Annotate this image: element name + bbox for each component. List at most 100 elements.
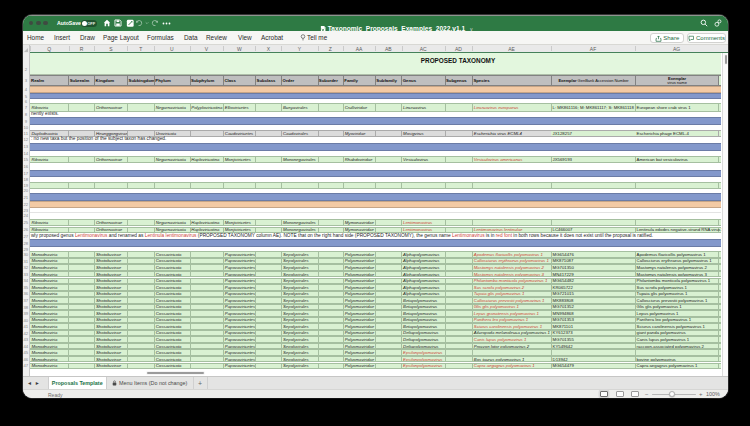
cell-Y-34[interactable]: Sepolyvirales	[281, 279, 317, 284]
cell-W-35[interactable]: Papovaviricetes	[223, 285, 255, 290]
page-layout-view-icon[interactable]	[616, 391, 624, 397]
cell-S-43[interactable]: Shotokuvirae	[94, 337, 127, 342]
cell-AA-37[interactable]: Polyomaviridae	[343, 298, 375, 303]
cell-AE-32[interactable]: Mastomys natalensis polyomavirus 2	[472, 265, 551, 270]
vertical-scrollbar[interactable]	[722, 53, 729, 376]
cell-AE-30[interactable]: Apodemus flavicollis polyomavirus 1	[472, 252, 551, 257]
cell-AA-30[interactable]: Polyomaviridae	[343, 252, 375, 257]
row-number-12[interactable]: 12	[23, 137, 29, 142]
cell-AA-36[interactable]: Polyomaviridae	[343, 292, 375, 297]
header-cell-AD[interactable]: Subgenus	[445, 76, 472, 85]
cell-U-25[interactable]: Negarnaviricota	[154, 220, 190, 226]
menu-draw[interactable]: Draw	[80, 34, 95, 41]
row-number-25[interactable]: 25	[23, 220, 29, 225]
header-cell-AE[interactable]: Species	[472, 76, 551, 85]
comments-button[interactable]: Comments	[687, 33, 726, 44]
table-row[interactable]: RiboviriaOrthornaviraeNegarnaviricotaHap…	[30, 219, 722, 227]
cell-AF-39[interactable]: MN994868	[551, 311, 635, 316]
menu-home[interactable]: Home	[27, 34, 44, 41]
cell-S-39[interactable]: Shotokuvirae	[94, 311, 127, 316]
select-all-corner[interactable]	[23, 45, 30, 53]
cell-AC-45[interactable]: Epsilonpolyomavirus	[401, 350, 444, 355]
column-letter-Q[interactable]: Q	[30, 46, 69, 52]
zoom-slider-knob[interactable]	[669, 391, 675, 397]
cell-U-30[interactable]: Cossaviricota	[154, 252, 190, 257]
cell-AE-31[interactable]: Callosciurus erythraeus polyomavirus 1	[472, 259, 551, 264]
cell-Y-40[interactable]: Sepolyvirales	[281, 318, 317, 323]
cell-U-34[interactable]: Cossaviricota	[154, 279, 190, 284]
row-number-39[interactable]: 39	[23, 311, 29, 316]
cell-Y-44[interactable]: Sepolyvirales	[281, 344, 317, 349]
cell-AF-31[interactable]: MK871087	[551, 259, 635, 264]
cell-S-34[interactable]: Shotokuvirae	[94, 279, 127, 284]
header-cell-Q[interactable]: Realm	[30, 76, 69, 85]
cell-AC-44[interactable]: Deltapolyomavirus	[401, 344, 444, 349]
cell-W-37[interactable]: Papovaviricetes	[223, 298, 255, 303]
cell-W-36[interactable]: Papovaviricetes	[223, 292, 255, 297]
menu-view[interactable]: View	[238, 34, 252, 41]
cell-Q-43[interactable]: Monodnaviria	[30, 337, 69, 342]
horizontal-scrollbar-thumb[interactable]	[146, 371, 205, 375]
table-row[interactable]	[30, 239, 722, 247]
tab-nav-right-icon[interactable]: ▸	[36, 380, 39, 386]
cell-Q-35[interactable]: Monodnaviria	[30, 285, 69, 290]
cell-AE-42[interactable]: Ailuropoda melanoleuca polyomavirus 1	[472, 331, 551, 336]
cell-Q-44[interactable]: Monodnaviria	[30, 344, 69, 349]
cell-AC-41[interactable]: Betapolyomavirus	[401, 324, 444, 329]
cell-AA-26[interactable]: Mymonaviridae	[343, 228, 375, 233]
cell-AA-47[interactable]: Polyomaviridae	[343, 364, 375, 369]
row-number-41[interactable]: 41	[23, 324, 29, 329]
cell-AC-46[interactable]: Epsilonpolyomavirus	[401, 357, 444, 362]
table-row[interactable]: RealmSubrealmKingdomSubkingdomPhylumSubp…	[30, 75, 722, 86]
cell-AA-7[interactable]: Crulliviridae	[343, 104, 375, 111]
add-sheet-button[interactable]: +	[193, 377, 208, 391]
column-letter-R[interactable]: R	[69, 46, 95, 52]
cell-AG-44[interactable]: raccoon-associated polyomavirus 2	[635, 344, 718, 349]
cell-AC-32[interactable]: Alphapolyomavirus	[401, 265, 444, 270]
cell-S-25[interactable]: Orthornavirae	[94, 220, 127, 226]
cell-AE-46[interactable]: Bos taurus polyomavirus 1	[472, 357, 551, 362]
cell-AC-37[interactable]: Betapolyomavirus	[401, 298, 444, 303]
cell-AF-7[interactable]: L: MK861116; M: MK861117; S: MK861118	[551, 104, 635, 111]
cell-AG-32[interactable]: Mastomys natalensis polyomavirus 2	[635, 265, 718, 270]
column-letter-X[interactable]: X	[255, 46, 281, 52]
cell-U-26[interactable]: Negarnaviricota	[154, 228, 190, 233]
cell-W-33[interactable]: Papovaviricetes	[223, 272, 255, 277]
cell-U-42[interactable]: Cossaviricota	[154, 331, 190, 336]
profile-icon[interactable]	[714, 19, 722, 27]
cell-AF-35[interactable]: KR065722	[551, 285, 635, 290]
cell-Y-45[interactable]: Sepolyvirales	[281, 350, 317, 355]
column-letter-V[interactable]: V	[190, 46, 224, 52]
row-number-42[interactable]: 42	[23, 331, 29, 336]
row-number-22[interactable]: 22	[23, 202, 29, 207]
cell-W-40[interactable]: Papovaviricetes	[223, 318, 255, 323]
cell-Y-11[interactable]: Caudovirales	[281, 131, 317, 135]
table-row[interactable]	[30, 170, 722, 177]
cell-AC-33[interactable]: Alphapolyomavirus	[401, 272, 444, 277]
menu-insert[interactable]: Insert	[54, 34, 70, 41]
table-row[interactable]	[30, 117, 722, 125]
cell-Y-36[interactable]: Sepolyvirales	[281, 292, 317, 297]
cell-AE-36[interactable]: Tupaia glis polyomavirus 1	[472, 292, 551, 297]
cell-AA-32[interactable]: Polyomaviridae	[343, 265, 375, 270]
cell-AF-30[interactable]: MG654476	[551, 252, 635, 257]
cell-W-41[interactable]: Papovaviricetes	[223, 324, 255, 329]
cell-AA-34[interactable]: Polyomaviridae	[343, 279, 375, 284]
table-row[interactable]	[30, 143, 722, 151]
column-letter-U[interactable]: U	[154, 46, 190, 52]
header-cell-X[interactable]: Subclass	[255, 76, 281, 85]
column-letter-W[interactable]: W	[223, 46, 255, 52]
cell-AG-15[interactable]: American bat vesiculovirus	[635, 157, 718, 162]
header-cell-AC[interactable]: Genus	[401, 76, 444, 85]
table-row[interactable]	[30, 193, 722, 201]
cell-AG-41[interactable]: Sciurus carolinensis polyomavirus 1	[635, 324, 718, 329]
column-letter-AA[interactable]: AA	[343, 46, 375, 52]
cell-Y-7[interactable]: Bunyavirales	[281, 104, 317, 111]
cell-Y-25[interactable]: Mononegavirales	[281, 220, 317, 226]
cell-AA-40[interactable]: Polyomaviridae	[343, 318, 375, 323]
row-number-7[interactable]: 7	[23, 105, 29, 110]
row-number-4[interactable]: 4	[23, 87, 29, 92]
cell-AF-47[interactable]: MG654479	[551, 364, 635, 369]
cell-Y-26[interactable]: Mononegavirales	[281, 228, 317, 233]
cell-AG-31[interactable]: Callosciurus erythraeus polyomavirus 1	[635, 259, 718, 264]
